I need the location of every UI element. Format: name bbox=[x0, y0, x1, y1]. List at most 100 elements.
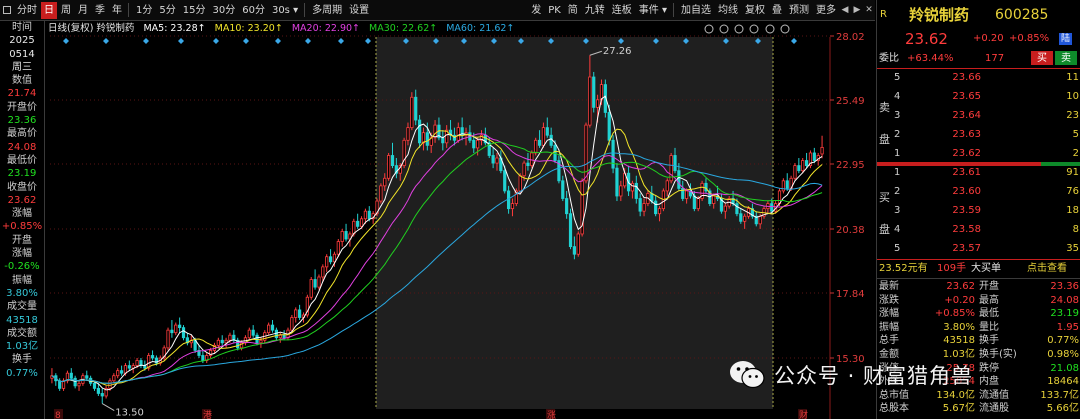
period-toolbar: 分时日周月季年 1分 5分 15分 30分 60分 30s ▾ 多周期 设置 发 PK 简九转 连板事… bbox=[0, 0, 875, 21]
stat-value: 5.67亿 bbox=[942, 403, 975, 415]
ma-legend: 日线(复权) 羚锐制药 MA5: 23.28↑ MA10: 23.20↑ MA2… bbox=[46, 21, 875, 36]
tool-button[interactable]: 加自选 bbox=[678, 2, 714, 19]
stock-code: 600285 bbox=[995, 7, 1049, 23]
order-level-row[interactable]: 5 23.66 11 bbox=[877, 68, 1080, 87]
event-marker bbox=[213, 38, 219, 44]
candle bbox=[820, 146, 824, 155]
candle bbox=[541, 127, 546, 146]
candle bbox=[352, 220, 356, 235]
period-button[interactable]: 日 bbox=[41, 1, 57, 19]
sell-button[interactable]: 卖 bbox=[1055, 51, 1077, 65]
period-button[interactable]: 设置 bbox=[346, 2, 372, 19]
stat-value: 24.08 bbox=[1050, 294, 1079, 306]
level-price: 23.60 bbox=[952, 186, 981, 197]
order-level-row[interactable]: 2 23.63 5 bbox=[877, 125, 1080, 144]
big-order-link[interactable]: 点击查看 bbox=[1027, 260, 1067, 277]
candle bbox=[712, 195, 716, 204]
candle bbox=[112, 375, 116, 382]
event-marker bbox=[275, 38, 281, 44]
tool-button[interactable]: 叠 bbox=[769, 2, 785, 19]
period-button[interactable]: 1分 bbox=[133, 2, 155, 19]
candle bbox=[503, 170, 507, 192]
candle bbox=[565, 198, 569, 215]
candle bbox=[294, 309, 298, 318]
stat-value: 133.7亿 bbox=[1040, 389, 1079, 401]
stat-label: 最高 bbox=[979, 294, 999, 306]
scroll-left-icon[interactable]: ◀ bbox=[839, 2, 851, 19]
scroll-right-icon[interactable]: ▶ bbox=[851, 2, 863, 19]
order-level-row[interactable]: 2 23.60 76 bbox=[877, 182, 1080, 201]
candle bbox=[410, 96, 414, 129]
big-order-row[interactable]: 23.52元有 109手 大买单 点击查看 bbox=[877, 260, 1080, 277]
level-volume: 2 bbox=[1072, 148, 1079, 159]
period-button[interactable]: 30s ▾ bbox=[269, 2, 301, 19]
level-index: 5 bbox=[894, 243, 901, 254]
period-button[interactable]: 多周期 bbox=[309, 2, 345, 19]
stat-value: 0.98% bbox=[1047, 349, 1079, 360]
order-level-row[interactable]: 4 23.65 10 bbox=[877, 87, 1080, 106]
tool-button[interactable]: 事件 ▾ bbox=[636, 2, 670, 19]
candle bbox=[379, 185, 383, 202]
order-level-row[interactable]: 1 23.61 91 bbox=[877, 163, 1080, 182]
level-index: 1 bbox=[894, 167, 901, 178]
period-button[interactable]: 年 bbox=[109, 2, 125, 19]
period-button[interactable]: 60分 bbox=[239, 2, 268, 19]
stat-label: 内盘 bbox=[979, 376, 999, 388]
stat-label: 振幅 bbox=[879, 321, 899, 333]
order-level-row[interactable]: 4 23.58 8 bbox=[877, 220, 1080, 239]
candle bbox=[100, 393, 104, 397]
tool-button[interactable]: 发 bbox=[528, 2, 544, 19]
tool-button[interactable]: PK bbox=[545, 2, 564, 19]
level-volume: 76 bbox=[1066, 186, 1079, 197]
order-level-row[interactable]: 5 23.57 35 bbox=[877, 239, 1080, 258]
period-button[interactable]: 月 bbox=[75, 2, 91, 19]
period-button[interactable]: 季 bbox=[92, 2, 108, 19]
candle bbox=[537, 139, 542, 146]
candle bbox=[282, 334, 286, 339]
candle bbox=[344, 231, 348, 240]
period-button[interactable]: 分时 bbox=[14, 2, 40, 19]
event-marker bbox=[103, 38, 109, 44]
period-button[interactable]: 30分 bbox=[209, 2, 238, 19]
candle bbox=[801, 160, 805, 172]
weibi-label: 委比 bbox=[879, 53, 899, 64]
candle bbox=[170, 329, 174, 334]
level-price: 23.63 bbox=[952, 129, 981, 140]
tool-button[interactable]: 九转 bbox=[582, 2, 608, 19]
tool-button[interactable]: 均线 bbox=[715, 2, 741, 19]
buy-button[interactable]: 买 bbox=[1031, 51, 1053, 65]
info-cell: 收盘价 bbox=[7, 181, 37, 193]
ma5-label: MA5: 23.28↑ bbox=[143, 23, 206, 34]
period-button[interactable]: 15分 bbox=[180, 2, 209, 19]
info-cell: 最低价 bbox=[7, 154, 37, 166]
period-button[interactable]: 周 bbox=[58, 2, 74, 19]
period-button[interactable]: 5分 bbox=[156, 2, 178, 19]
candle bbox=[588, 76, 592, 126]
order-level-row[interactable]: 3 23.64 23 bbox=[877, 106, 1080, 125]
candle bbox=[576, 233, 580, 255]
stat-label: 流通股 bbox=[979, 403, 1009, 415]
close-icon[interactable]: ✕ bbox=[863, 2, 875, 19]
candle bbox=[92, 382, 97, 389]
candle bbox=[677, 170, 681, 189]
order-level-row[interactable]: 3 23.59 18 bbox=[877, 201, 1080, 220]
order-level-row[interactable]: 1 23.62 2 bbox=[877, 144, 1080, 163]
tool-button[interactable]: 预测 bbox=[786, 2, 812, 19]
stat-label: 涨跌 bbox=[879, 294, 899, 306]
candle bbox=[224, 339, 228, 344]
stock-name[interactable]: 羚锐制药 bbox=[909, 4, 969, 26]
candle bbox=[85, 375, 89, 379]
candle bbox=[336, 241, 340, 255]
stat-label: 总股本 bbox=[879, 403, 909, 415]
buy-side-label: 买盘 bbox=[879, 182, 893, 246]
tool-button[interactable]: 更多 bbox=[813, 2, 839, 19]
tool-button[interactable]: 简 bbox=[565, 2, 581, 19]
candle bbox=[692, 195, 696, 210]
tool-button[interactable]: 复权 bbox=[742, 2, 768, 19]
candle bbox=[804, 160, 809, 167]
candle bbox=[383, 177, 387, 187]
candle bbox=[116, 370, 120, 377]
stat-label: 最低 bbox=[979, 308, 999, 320]
candle bbox=[630, 182, 635, 192]
tool-button[interactable]: 连板 bbox=[609, 2, 635, 19]
